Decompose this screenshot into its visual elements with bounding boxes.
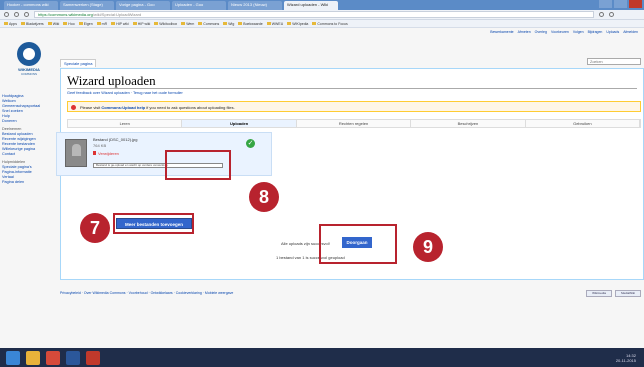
check-circle-icon: ✓ [246,139,255,148]
word-icon[interactable] [66,350,80,365]
commons-logo-icon [17,42,41,66]
bookmark-item[interactable]: Boekwaarde [238,22,262,26]
file-size: 764 KB [93,143,107,148]
title-divider [67,88,637,89]
bookmark-item[interactable]: Bladwijzers [21,22,44,26]
uploaded-file-card: Bestand (DSC_0012).jpg 764 KB Verwijdere… [56,132,272,176]
bookmark-item[interactable]: Apps [4,22,17,26]
wiki-page: Bewerkamente Afmeten Overleg Voorkeuren … [0,28,644,348]
bookmark-item[interactable]: Eigen [79,22,93,26]
step-upload: Uploaden [182,120,297,127]
tab-special-page[interactable]: Speciale pagina [60,59,97,67]
windows-taskbar: 14:32 20-11-2015 [0,348,644,367]
step-describe: Beschrijven [411,120,526,127]
sidebar-item[interactable]: Doneren [2,119,58,124]
site-logo[interactable]: WIKIMEDIA COMMONS [14,42,44,82]
taskbar-clock[interactable]: 14:32 20-11-2015 [616,353,636,363]
highlight-box-more-files [113,213,194,234]
file-name: Bestand (DSC_0012).jpg [93,137,138,142]
step-use: Gebruiken [525,120,641,127]
bookmark-item[interactable]: Wikitoolbox [154,22,177,26]
bookmark-item[interactable]: WIKIpedia [287,22,308,26]
warning-icon [71,105,76,110]
step-badge-8: 8 [249,182,279,212]
bookmark-item[interactable]: WWEU [267,22,283,26]
remove-label: Verwijderen [98,151,119,156]
notice-text: if you need to ask questions about uploa… [145,105,235,110]
step-badge-9: 9 [413,232,443,262]
sidebar: Hoofdpagina Welkom Gemeenschapsportaal S… [2,94,58,185]
bookmark-item[interactable]: Wem [181,22,194,26]
search-input[interactable] [587,58,641,65]
star-icon[interactable] [599,12,604,17]
maximize-icon[interactable] [614,0,627,8]
logo-subtitle: COMMONS [21,72,37,76]
notice-text: Please visit [80,105,102,110]
back-icon[interactable] [4,12,9,17]
bookmark-item[interactable]: mR [97,22,107,26]
personal-link[interactable]: Overleg [535,30,547,34]
footer-logos: Wikimedia MediaWiki [586,290,641,297]
bookmark-item[interactable]: Wig [223,22,234,26]
file-thumbnail [65,139,87,167]
trash-icon [93,151,96,155]
minimize-icon[interactable] [599,0,612,8]
windows-start-icon[interactable] [6,350,20,365]
forward-icon[interactable] [14,12,19,17]
browser-tab[interactable]: Vorige pagina - Goo [116,1,170,10]
url-path: /wiki/Special:UploadWizard [92,12,142,17]
browser-tab[interactable]: Nieuw 2013 (Nieuw) [228,1,282,10]
personal-link[interactable]: Afmeten [518,30,531,34]
browser-tab[interactable]: Samenwerken (Stage) [60,1,114,10]
personal-link[interactable]: Bewerkamente [490,30,513,34]
help-notice: Please visit Commons:Upload help if you … [67,101,641,112]
clock-date: 20-11-2015 [615,358,636,363]
menu-icon[interactable] [609,12,614,17]
bookmark-item[interactable]: Hoo [63,22,74,26]
bookmark-item[interactable]: Wiki [48,22,60,26]
bookmark-item[interactable]: Commons [198,22,219,26]
step-rights: Rechten regelen [296,120,412,127]
close-icon[interactable] [629,0,642,8]
wikimedia-logo[interactable]: Wikimedia [586,290,612,297]
personal-tools: Bewerkamente Afmeten Overleg Voorkeuren … [490,30,638,34]
personal-link[interactable]: Voorkeuren [551,30,569,34]
chrome-icon[interactable] [46,350,60,365]
address-bar: https://commons.wikimedia.org/wiki/Speci… [0,10,644,20]
browser-tab-strip: Hooker - commons wiki Samenwerken (Stage… [0,0,644,10]
feedback-links[interactable]: Geef feedback over Wizard uploaden · Ter… [67,91,183,95]
personal-link[interactable]: Volgen [573,30,584,34]
page-tabs: Speciale pagina [60,59,97,67]
url-field[interactable]: https://commons.wikimedia.org/wiki/Speci… [34,11,594,18]
highlight-box-file [165,150,231,180]
bookmark-item[interactable]: Commons to Focus [312,22,347,26]
browser-tab[interactable]: Uploaden - Goo [172,1,226,10]
personal-link[interactable]: Bijdragen [588,30,603,34]
step-badge-7: 7 [80,213,110,243]
step-learn: Leren [68,120,183,127]
bookmark-item[interactable]: HIP wiki [111,22,129,26]
personal-link[interactable]: Afmelden [623,30,638,34]
wizard-steps: Leren Uploaden Rechten regelen Beschrijv… [67,119,641,128]
bookmark-item[interactable]: HIP wiki [133,22,151,26]
browser-tab[interactable]: Hooker - commons wiki [4,1,58,10]
remove-file-button[interactable]: Verwijderen [93,151,119,156]
reload-icon[interactable] [24,12,29,17]
sidebar-item[interactable]: Contact [2,152,58,157]
page-title: Wizard uploaden [67,73,156,88]
url-host: https://commons.wikimedia.org [38,12,93,17]
paint-icon[interactable] [86,350,100,365]
footer-links[interactable]: Privacybeleid · Over Wikimedia Commons ·… [60,291,233,295]
window-controls [599,0,642,8]
mediawiki-logo[interactable]: MediaWiki [615,290,641,297]
personal-link[interactable]: Uploads [606,30,619,34]
explorer-icon[interactable] [26,350,40,365]
sidebar-item[interactable]: Pagina delen [2,180,58,185]
browser-tab-active[interactable]: Wizard uploaden - Wiki [284,1,338,10]
bookmarks-bar: Apps Bladwijzers Wiki Hoo Eigen mR HIP w… [0,20,644,28]
highlight-box-continue [319,224,397,264]
notice-link[interactable]: Commons:Upload help [101,105,145,110]
